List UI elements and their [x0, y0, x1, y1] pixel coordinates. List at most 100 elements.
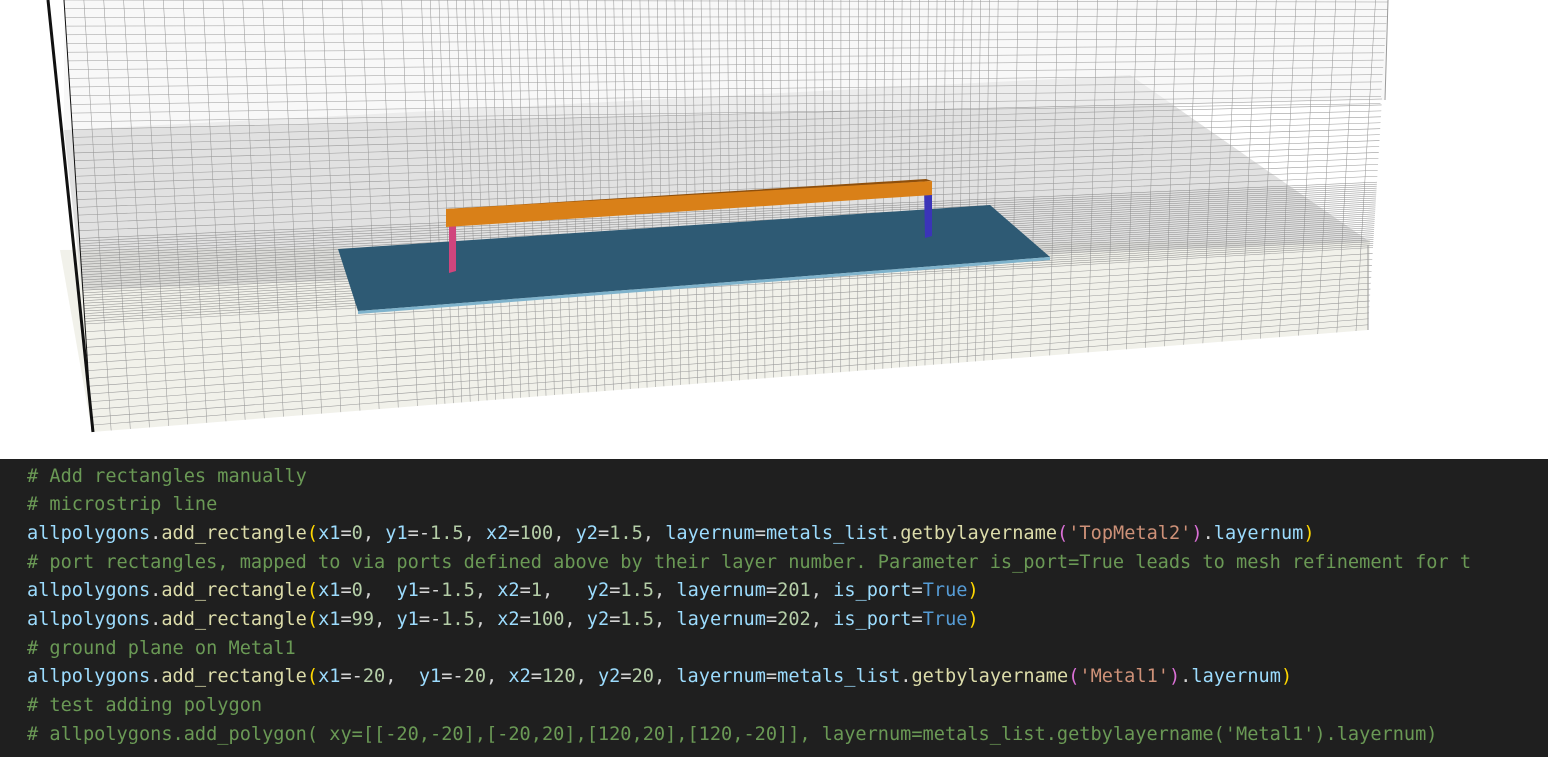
- code-token: ,: [474, 580, 498, 601]
- code-token: =: [911, 609, 923, 630]
- code-token: is_port: [833, 609, 912, 630]
- code-token: allpolygons: [27, 666, 151, 687]
- code-token: ,: [810, 609, 834, 630]
- code-token: 1: [530, 580, 543, 601]
- code-token: 1.5: [441, 580, 475, 601]
- code-token: =: [609, 580, 621, 601]
- code-token: y2: [586, 609, 610, 630]
- code-token: ,: [385, 666, 419, 687]
- code-token: =-: [407, 523, 431, 544]
- code-token: .: [150, 609, 162, 630]
- code-token: ,: [542, 580, 587, 601]
- code-token: =: [765, 580, 778, 601]
- code-line[interactable]: allpolygons.add_rectangle(x1=99, y1=-1.5…: [27, 605, 979, 634]
- code-token: =: [598, 523, 610, 544]
- code-token: (: [1068, 666, 1080, 687]
- code-token: 'Metal1': [1079, 666, 1169, 687]
- mesh-scene[interactable]: [0, 0, 1548, 459]
- code-editor[interactable]: # Add rectangles manually # microstrip li…: [0, 459, 1548, 757]
- code-token: metals_list: [765, 523, 890, 544]
- code-token: is_port: [833, 580, 912, 601]
- code-token: ): [1303, 523, 1315, 544]
- code-token: add_rectangle: [161, 609, 307, 630]
- code-token: y1: [385, 523, 408, 544]
- code-line[interactable]: # test adding polygon: [27, 691, 262, 720]
- code-token: ,: [654, 580, 677, 601]
- code-token: ): [1168, 666, 1181, 687]
- code-token: (: [306, 523, 319, 544]
- code-line[interactable]: # ground plane on Metal1: [27, 634, 296, 663]
- code-token: ,: [474, 609, 498, 630]
- code-token: # microstrip line: [27, 494, 218, 515]
- code-token: x2: [508, 666, 531, 687]
- 3d-mesh-viewport[interactable]: [0, 0, 1548, 459]
- code-token: layernum: [665, 523, 755, 544]
- code-token: .: [889, 523, 901, 544]
- code-token: ,: [653, 609, 677, 630]
- code-line[interactable]: # microstrip line: [27, 490, 217, 519]
- code-token: 20: [631, 666, 654, 687]
- code-token: =-: [441, 666, 464, 687]
- code-token: add_rectangle: [161, 666, 307, 687]
- code-token: layernum: [676, 666, 766, 687]
- code-token: ,: [653, 666, 677, 687]
- code-token: getbylayername: [900, 523, 1058, 544]
- code-token: ,: [810, 580, 834, 601]
- code-token: y1: [418, 666, 442, 687]
- code-token: =: [519, 580, 531, 601]
- code-token: add_rectangle: [161, 580, 307, 601]
- code-token: ,: [575, 666, 598, 687]
- code-token: metals_list: [777, 666, 901, 687]
- code-line[interactable]: allpolygons.add_rectangle(x1=0, y1=-1.5,…: [27, 519, 1315, 548]
- code-line[interactable]: allpolygons.add_rectangle(x1=0, y1=-1.5,…: [27, 576, 979, 605]
- code-token: # test adding polygon: [27, 695, 263, 716]
- code-token: .: [150, 580, 162, 601]
- code-token: 100: [519, 523, 554, 544]
- code-line[interactable]: # Add rectangles manually: [27, 462, 307, 491]
- code-line[interactable]: # allpolygons.add_polygon( xy=[[-20,-20]…: [27, 720, 1438, 749]
- code-token: ,: [642, 523, 666, 544]
- code-token: .: [1180, 666, 1192, 687]
- code-token: x2: [486, 523, 509, 544]
- code-line[interactable]: # port rectangles, mapped to via ports d…: [27, 548, 1471, 577]
- code-token: x1: [318, 609, 341, 630]
- code-line[interactable]: allpolygons.add_rectangle(x1=-20, y1=-20…: [27, 662, 1292, 691]
- code-token: ,: [374, 609, 397, 630]
- code-token: =: [754, 523, 766, 544]
- code-token: True: [922, 580, 968, 601]
- code-token: =: [519, 609, 531, 630]
- code-token: =: [609, 609, 621, 630]
- code-token: =: [765, 609, 778, 630]
- code-token: 120: [542, 666, 576, 687]
- code-token: ,: [553, 523, 576, 544]
- code-token: 1.5: [609, 523, 643, 544]
- code-token: # allpolygons.add_polygon( xy=[[-20,-20]…: [27, 724, 1438, 745]
- code-token: 1.5: [441, 609, 475, 630]
- code-token: 'TopMetal2': [1068, 523, 1192, 544]
- code-token: =: [508, 523, 520, 544]
- code-token: allpolygons: [27, 523, 151, 544]
- code-token: 1.5: [620, 609, 654, 630]
- code-token: ,: [463, 523, 487, 544]
- code-token: allpolygons: [27, 580, 151, 601]
- code-token: allpolygons: [27, 609, 151, 630]
- code-token: =: [765, 666, 778, 687]
- code-token: layernum: [1191, 666, 1281, 687]
- code-token: (: [1057, 523, 1069, 544]
- code-token: y1: [396, 609, 419, 630]
- code-token: ,: [362, 523, 386, 544]
- code-token: layernum: [676, 580, 766, 601]
- code-token: .: [1202, 523, 1214, 544]
- code-token: x2: [497, 580, 520, 601]
- code-token: .: [150, 666, 162, 687]
- code-token: ): [967, 580, 979, 601]
- code-token: =: [530, 666, 542, 687]
- code-token: .: [150, 523, 162, 544]
- code-token: # Add rectangles manually: [27, 466, 307, 487]
- code-token: .: [900, 666, 912, 687]
- code-token: x1: [318, 580, 341, 601]
- code-token: y2: [597, 666, 621, 687]
- code-token: add_rectangle: [161, 523, 307, 544]
- code-token: =-: [340, 666, 363, 687]
- code-token: =: [620, 666, 632, 687]
